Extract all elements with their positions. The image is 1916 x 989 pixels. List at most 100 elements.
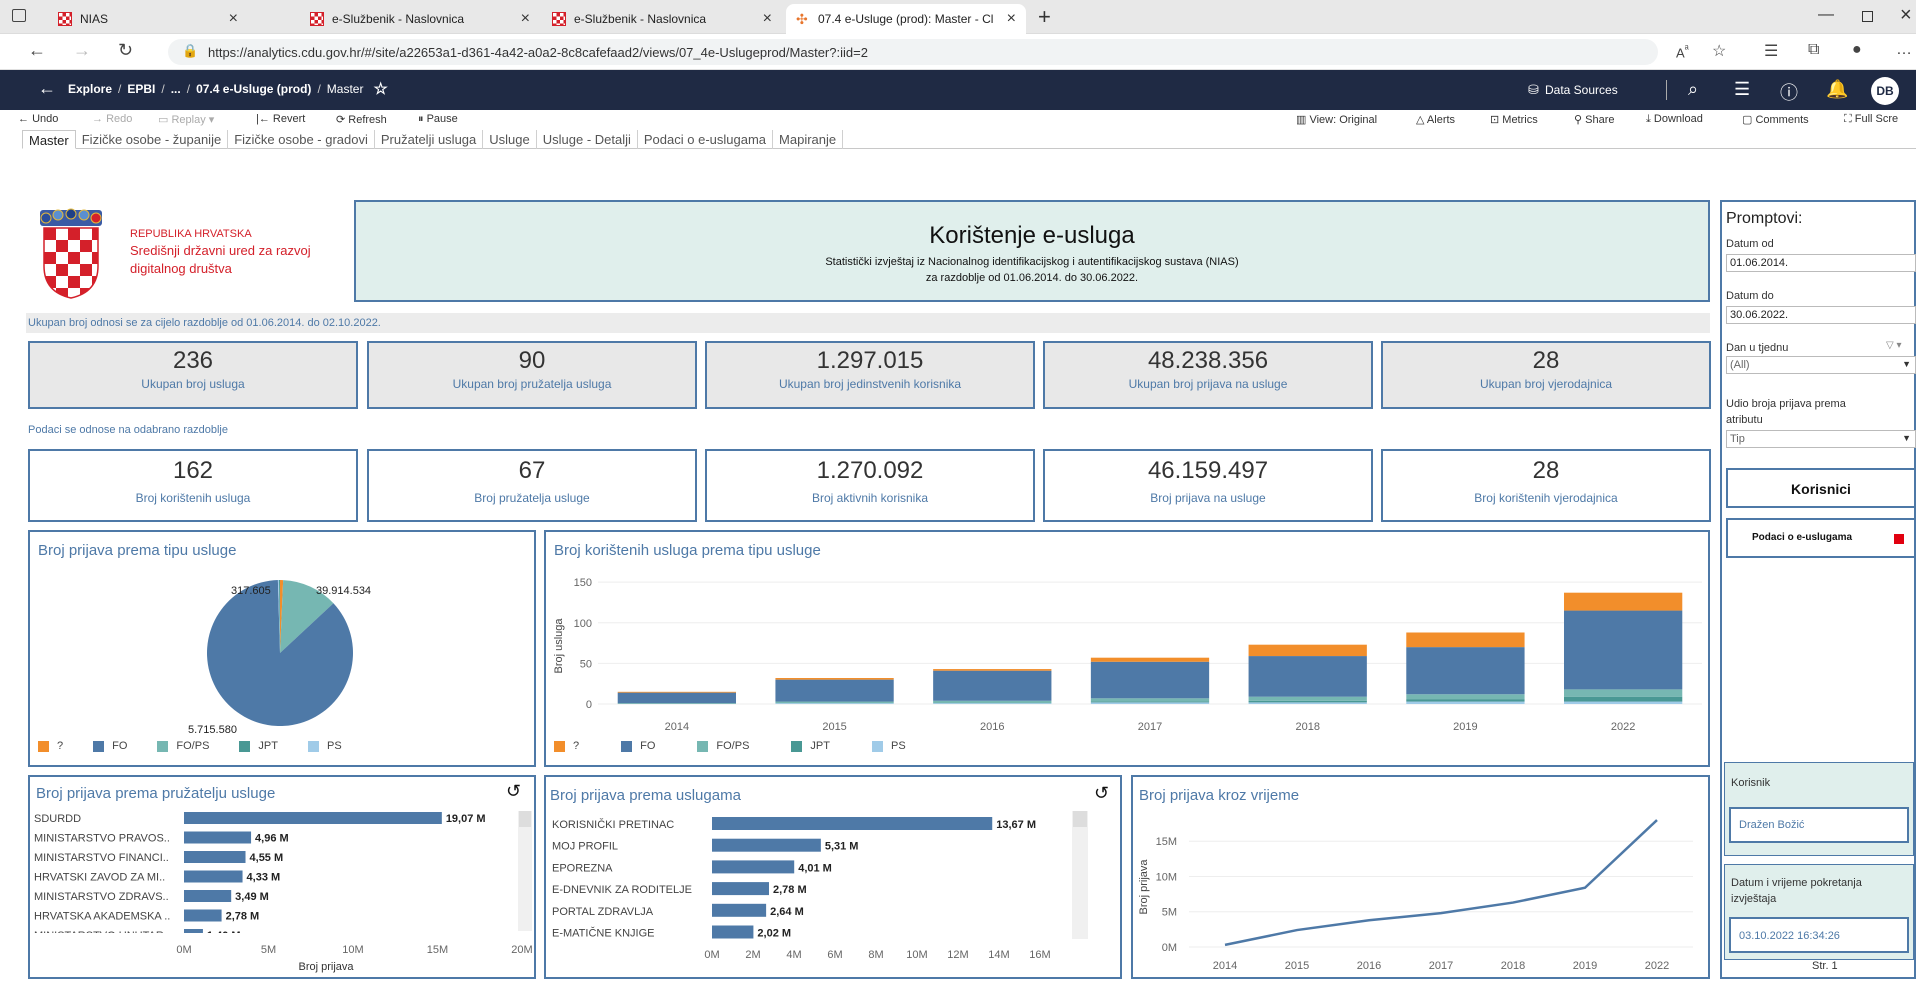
search-icon[interactable]: ⌕ bbox=[1688, 79, 1698, 100]
tab-podaci-o-e-uslugama[interactable]: Podaci o e-uslugama bbox=[638, 130, 774, 149]
favorite-star-icon[interactable]: ☆ bbox=[1712, 41, 1726, 61]
x-tick-label: 2016 bbox=[980, 721, 1004, 733]
crumb-workbook[interactable]: 07.4 e-Usluge (prod) bbox=[196, 82, 311, 99]
maximize-icon[interactable] bbox=[1862, 11, 1873, 22]
tab-fizicke-osobe-zupanije[interactable]: Fizičke osobe - županije bbox=[76, 130, 229, 149]
revert-button[interactable]: |← Revert bbox=[256, 113, 305, 125]
datum-od-field[interactable]: 01.06.2014. bbox=[1726, 254, 1916, 272]
recents-icon[interactable]: ☰ bbox=[1734, 79, 1750, 100]
kpi-period-vjerodajnica: 28 Broj korištenih vjerodajnica bbox=[1381, 449, 1711, 522]
report-banner: Korištenje e-usluga Statistički izvješta… bbox=[354, 200, 1710, 302]
collections-icon[interactable]: ⧉ bbox=[1808, 41, 1819, 59]
podaci-button[interactable]: Podaci o e-uslugama bbox=[1726, 518, 1916, 558]
coat-of-arms-logo bbox=[36, 204, 106, 300]
series-line bbox=[1224, 819, 1658, 947]
tab-mapiranje[interactable]: Mapiranje bbox=[773, 130, 844, 149]
korisnici-label: Korisnici bbox=[1791, 481, 1851, 497]
logo-line-1: REPUBLIKA HRVATSKA bbox=[130, 228, 252, 240]
bar bbox=[184, 851, 246, 863]
x-tick-label: 2019 bbox=[1573, 960, 1597, 972]
bar-data-label: 2,64 M bbox=[770, 906, 804, 918]
logo-line-3: digitalnog društva bbox=[130, 261, 232, 276]
refresh-button[interactable]: ⟳ Refresh bbox=[336, 113, 387, 126]
help-icon[interactable]: ⓘ bbox=[1780, 79, 1798, 105]
replay-button[interactable]: ▭ Replay ▾ bbox=[158, 113, 214, 126]
x-tick-label: 2017 bbox=[1429, 960, 1453, 972]
close-tab-icon[interactable]: × bbox=[521, 10, 530, 28]
crumb-ellipsis[interactable]: ... bbox=[171, 82, 181, 99]
pause-button[interactable]: ⏸ Pause bbox=[418, 113, 458, 126]
legend-item: JPT bbox=[239, 740, 278, 752]
data-sources-button[interactable]: Data Sources bbox=[1545, 83, 1618, 97]
alerts-button[interactable]: △ Alerts bbox=[1416, 113, 1455, 126]
view-original-button[interactable]: ▥ View: Original bbox=[1296, 113, 1377, 126]
tab-fizicke-osobe-gradovi[interactable]: Fizičke osobe - gradovi bbox=[228, 130, 375, 149]
avatar[interactable]: DB bbox=[1871, 77, 1899, 105]
tab-master[interactable]: Master bbox=[22, 130, 76, 149]
read-aloud-icon[interactable]: Aᵃ bbox=[1676, 43, 1689, 60]
favorite-star-icon[interactable]: ☆ bbox=[373, 79, 387, 99]
tab-actions-icon[interactable] bbox=[12, 9, 26, 22]
scrollbar-track bbox=[518, 811, 532, 931]
reload-icon[interactable]: ↻ bbox=[118, 40, 133, 61]
legend-item: FO bbox=[93, 740, 127, 752]
kpi-label: Broj prijava na usluge bbox=[1150, 491, 1266, 505]
breadcrumb: Explore / EPBI / ... / 07.4 e-Usluge (pr… bbox=[68, 79, 388, 99]
x-tick-label: 2022 bbox=[1645, 960, 1669, 972]
metrics-button[interactable]: ⊡ Metrics bbox=[1490, 113, 1538, 126]
browser-tab-esluzbenik-2[interactable]: e-Službenik - Naslovnica × bbox=[542, 4, 782, 34]
x-tick-label: 2014 bbox=[665, 721, 689, 733]
tab-usluge[interactable]: Usluge bbox=[483, 130, 537, 149]
redo-button[interactable]: → Redo bbox=[92, 113, 132, 125]
crumb-explore[interactable]: Explore bbox=[68, 82, 112, 99]
close-tab-icon[interactable]: × bbox=[229, 10, 238, 28]
alerts-label: Alerts bbox=[1426, 114, 1456, 126]
download-button[interactable]: ⤓ Download bbox=[1646, 113, 1703, 126]
new-tab-icon[interactable]: + bbox=[1038, 4, 1051, 30]
share-button[interactable]: ⚲ Share bbox=[1574, 113, 1614, 126]
bar-segment bbox=[1564, 592, 1683, 611]
more-icon[interactable]: … bbox=[1896, 41, 1912, 59]
pie-data-label: 5.715.580 bbox=[188, 724, 237, 736]
close-window-icon[interactable]: × bbox=[1900, 4, 1912, 27]
udio-select[interactable]: Tip ▼ bbox=[1726, 430, 1916, 448]
pie-data-label: 317.605 bbox=[231, 585, 271, 597]
undo-button[interactable]: ← Undo bbox=[18, 113, 58, 125]
datum-vrijeme-label: Datum i vrijeme pokretanja izvještaja bbox=[1731, 875, 1862, 907]
browser-tab-esluzbenik-1[interactable]: e-Službenik - Naslovnica × bbox=[300, 4, 540, 34]
profile-icon[interactable]: ● bbox=[1852, 41, 1862, 59]
chart-clip-mask bbox=[30, 933, 530, 941]
bar-data-label: 2,78 M bbox=[226, 911, 260, 923]
bar-data-label: 19,07 M bbox=[446, 813, 486, 825]
minimize-icon[interactable]: — bbox=[1818, 6, 1834, 24]
browser-tab-nias[interactable]: NIAS × bbox=[48, 4, 248, 34]
bar-segment bbox=[1090, 698, 1210, 702]
browser-tab-tableau[interactable]: ✣ 07.4 e-Usluge (prod): Master - Cl × bbox=[786, 4, 1026, 34]
url-field[interactable]: 🔒 https://analytics.cdu.gov.hr/#/site/a2… bbox=[168, 39, 1658, 65]
datum-vrijeme-box: Datum i vrijeme pokretanja izvještaja 03.… bbox=[1724, 864, 1914, 960]
comments-button[interactable]: ▢ Comments bbox=[1742, 113, 1809, 126]
kpi-period-prijava: 46.159.497 Broj prijava na usluge bbox=[1043, 449, 1373, 522]
tab-pruzatelji-usluga[interactable]: Pružatelji usluga bbox=[375, 130, 484, 149]
note-period: Podaci se odnose na odabrano razdoblje bbox=[28, 424, 228, 436]
back-arrow-icon[interactable]: ← bbox=[38, 78, 56, 99]
bar-category-label: HRVATSKA AKADEMSKA .. bbox=[34, 911, 170, 923]
x-tick-label: 2M bbox=[745, 949, 760, 961]
close-tab-icon[interactable]: × bbox=[763, 10, 772, 28]
crumb-epbi[interactable]: EPBI bbox=[127, 82, 155, 99]
forward-icon[interactable]: → bbox=[73, 40, 91, 61]
korisnici-button[interactable]: Korisnici bbox=[1726, 468, 1916, 508]
datum-vrijeme-label-1: Datum i vrijeme pokretanja bbox=[1731, 877, 1862, 889]
full-screen-button[interactable]: ⛶ Full Scre bbox=[1844, 113, 1898, 126]
filter-icon[interactable]: ▽ ▾ bbox=[1886, 340, 1902, 351]
datum-do-field[interactable]: 30.06.2022. bbox=[1726, 306, 1916, 324]
bell-icon[interactable]: 🔔 bbox=[1826, 79, 1848, 100]
sheet-tabs: Master Fizičke osobe - županije Fizičke … bbox=[22, 130, 1916, 149]
tab-usluge-detalji[interactable]: Usluge - Detalji bbox=[537, 130, 638, 149]
close-tab-icon[interactable]: × bbox=[1007, 10, 1016, 28]
back-icon[interactable]: ← bbox=[28, 40, 46, 61]
dan-u-tjednu-select[interactable]: (All) ▼ bbox=[1726, 356, 1916, 374]
legend-swatch bbox=[157, 740, 169, 752]
kpi-label: Ukupan broj usluga bbox=[141, 377, 245, 391]
favorites-icon[interactable]: ☰ bbox=[1764, 41, 1778, 61]
